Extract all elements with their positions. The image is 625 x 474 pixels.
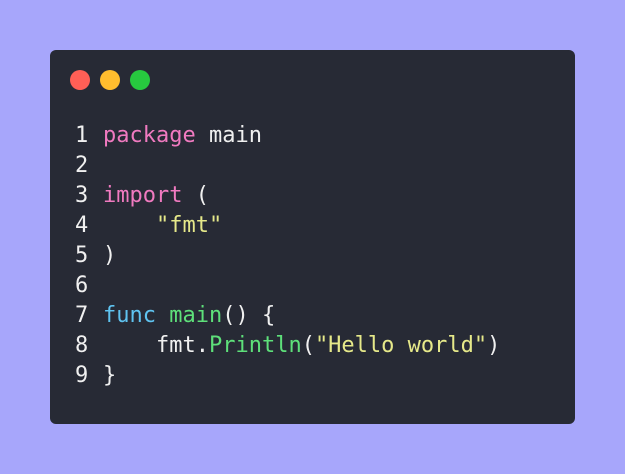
code-token: ) <box>487 333 501 358</box>
code-token: "Hello world" <box>314 333 488 358</box>
code-token: () { <box>222 303 276 328</box>
line-number: 3 <box>75 183 89 208</box>
line-content: ) <box>103 241 116 271</box>
code-token: ) <box>103 243 117 268</box>
code-line: 3 import ( <box>75 181 500 211</box>
line-number: 9 <box>75 363 89 388</box>
line-content: } <box>103 361 116 391</box>
line-content: import ( <box>103 181 209 211</box>
close-dot-icon[interactable] <box>70 70 90 90</box>
code-block: 1 package main 2 3 import (4 "fmt" 5) 6 7 func m… <box>75 121 500 391</box>
code-token: ( <box>182 183 209 208</box>
code-token: Println <box>208 333 302 358</box>
code-line: 5) <box>75 241 500 271</box>
minimize-dot-icon[interactable] <box>100 70 120 90</box>
code-token: main <box>169 303 223 328</box>
window-controls <box>70 70 150 90</box>
line-number: 1 <box>75 123 89 148</box>
line-number: 7 <box>75 303 89 328</box>
code-line: 2 <box>75 151 500 181</box>
maximize-dot-icon[interactable] <box>130 70 150 90</box>
code-token: main <box>195 123 262 148</box>
line-content: func main() { <box>103 301 275 331</box>
code-window: 1 package main 2 3 import (4 "fmt" 5) 6 7 func m… <box>50 50 575 424</box>
line-number: 2 <box>75 153 89 178</box>
code-line: 4 "fmt" <box>75 211 500 241</box>
code-line: 1 package main <box>75 121 500 151</box>
code-token: ( <box>301 333 315 358</box>
line-number: 8 <box>75 333 89 358</box>
line-content: package main <box>103 121 262 151</box>
code-line: 9} <box>75 361 500 391</box>
code-token: func <box>103 303 156 328</box>
code-token: "fmt" <box>155 213 223 238</box>
code-token: } <box>103 363 117 388</box>
line-number: 5 <box>75 243 89 268</box>
code-token: import <box>103 183 183 208</box>
line-content: fmt.Println("Hello world") <box>103 331 500 361</box>
line-content: "fmt" <box>103 211 222 241</box>
code-token: package <box>103 123 196 148</box>
line-number: 4 <box>75 213 89 238</box>
code-line: 7 func main() { <box>75 301 500 331</box>
code-line: 8 fmt.Println("Hello world") <box>75 331 500 361</box>
line-number: 6 <box>75 273 89 298</box>
code-line: 6 <box>75 271 500 301</box>
code-token: fmt. <box>103 333 209 358</box>
